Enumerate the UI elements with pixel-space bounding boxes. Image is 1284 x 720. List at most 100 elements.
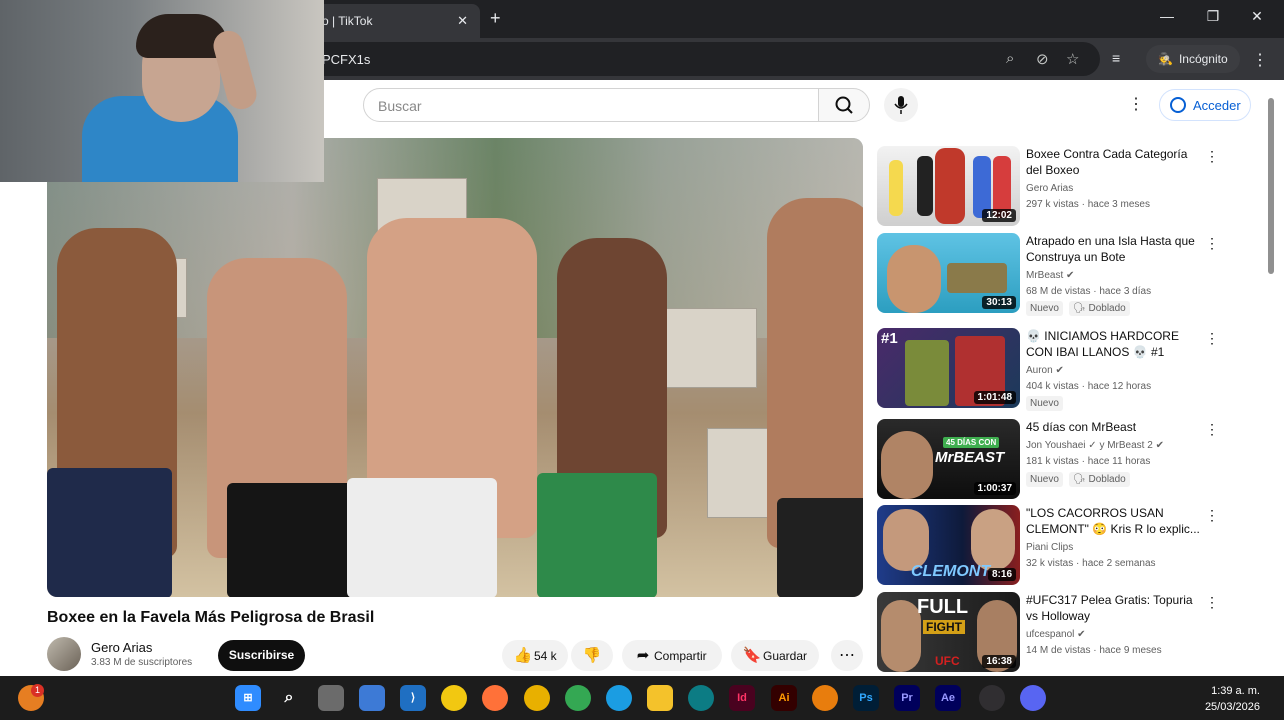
video-thumbnail[interactable]: 12:02 [877,146,1020,226]
recommendation-menu-icon[interactable]: ⋮ [1205,235,1219,252]
recommendation-item[interactable]: CLEMONT 8:16 "LOS CACORROS USAN CLEMONT"… [877,505,1257,585]
scrollbar-thumb[interactable] [1268,98,1274,274]
system-clock[interactable]: 1:39 a. m. 25/03/2026 [1205,683,1260,715]
recommendation-menu-icon[interactable]: ⋮ [1205,507,1219,524]
thumbnail-figure [889,160,903,216]
recommendation-item[interactable]: #1 1:01:48 💀 INICIAMOS HARDCORE CON IBAI… [877,328,1257,411]
indesign-icon[interactable]: Id [729,685,755,711]
video-person-shorts [537,473,657,597]
recommendation-item[interactable]: 30:13 Atrapado en una Isla Hasta que Con… [877,233,1257,316]
task-view-icon[interactable] [318,685,344,711]
account-icon [1170,97,1186,113]
recommendation-meta: 32 k vistas · hace 2 semanas [1026,558,1156,569]
thumbnail-text: FIGHT [923,620,965,634]
recommendation-channel[interactable]: Gero Arias [1026,183,1073,194]
address-bar[interactable]: PCFX1s ⌕ ⊘ ☆ [300,42,1100,76]
recommendation-menu-icon[interactable]: ⋮ [1205,330,1219,347]
recommendation-channel[interactable]: ufcespanol ✔ [1026,629,1086,640]
search-icon [835,96,853,114]
discord-icon[interactable] [1020,685,1046,711]
video-thumbnail[interactable]: 30:13 [877,233,1020,313]
reading-list-icon[interactable]: ≡ [1112,50,1120,66]
browser-tab[interactable]: o | TikTok ✕ [300,4,480,38]
new-tab-button[interactable]: + [490,8,501,29]
zoom-icon[interactable]: ⌕ [1006,50,1014,67]
recommendation-title[interactable]: #UFC317 Pelea Gratis: Topuria vs Hollowa… [1026,592,1206,624]
recommendation-item[interactable]: 12:02 Boxee Contra Cada Categoría del Bo… [877,146,1257,226]
video-thumbnail[interactable]: 45 DÍAS CON MrBEAST 1:00:37 [877,419,1020,499]
recommendation-channel[interactable]: Jon Youshaei ✓ y MrBeast 2 ✔ [1026,440,1164,451]
recommendation-title[interactable]: Boxee Contra Cada Categoría del Boxeo [1026,146,1206,178]
subscriber-count: 3.83 M de suscriptores [91,657,193,668]
after-effects-icon[interactable]: Ae [935,685,961,711]
sign-in-button[interactable]: Acceder [1159,89,1251,121]
like-button[interactable]: 👍 54 k [502,640,568,671]
chrome-dev-icon[interactable] [441,685,467,711]
channel-name: Jon Youshaei ✓ y MrBeast 2 [1026,440,1153,451]
search-input[interactable]: Buscar [363,88,819,122]
chrome-canary-icon[interactable] [524,685,550,711]
webcam-overlay [0,0,324,182]
recommendation-title[interactable]: "LOS CACORROS USAN CLEMONT" 😳 Kris R lo … [1026,505,1206,537]
recommendation-item[interactable]: FULL FIGHT UFC 16:38 #UFC317 Pelea Grati… [877,592,1257,672]
recommendation-menu-icon[interactable]: ⋮ [1205,148,1219,165]
share-button[interactable]: ➦ Compartir [622,640,722,671]
recommendation-item[interactable]: 45 DÍAS CON MrBEAST 1:00:37 45 días con … [877,419,1257,499]
settings-menu-icon[interactable]: ⋮ [1128,94,1144,114]
sign-in-label: Acceder [1193,98,1241,113]
recommendation-title[interactable]: 45 días con MrBeast [1026,419,1206,435]
channel-name[interactable]: Gero Arias [91,640,152,655]
video-duration: 1:00:37 [973,482,1016,495]
store-icon[interactable] [359,685,385,711]
thumbnail-figure [935,148,965,224]
edge-dev-icon[interactable] [688,685,714,711]
recommendation-channel[interactable]: Piani Clips [1026,542,1073,553]
recommendation-meta: 14 M de vistas · hace 9 meses [1026,645,1162,656]
video-thumbnail[interactable]: #1 1:01:48 [877,328,1020,408]
file-explorer-icon[interactable] [647,685,673,711]
recommendation-title[interactable]: Atrapado en una Isla Hasta que Construya… [1026,233,1206,265]
obs-icon[interactable] [979,685,1005,711]
recommendation-menu-icon[interactable]: ⋮ [1205,594,1219,611]
eye-off-icon[interactable]: ⊘ [1036,50,1049,68]
browser-menu-icon[interactable]: ⋮ [1252,50,1268,70]
thumbnail-raft [947,263,1007,293]
maximize-button[interactable]: ❐ [1198,8,1228,25]
video-thumbnail[interactable]: FULL FIGHT UFC 16:38 [877,592,1020,672]
video-duration: 1:01:48 [973,391,1016,404]
dislike-button[interactable]: 👎 [571,640,613,671]
save-button[interactable]: 🔖 Guardar [731,640,819,671]
chrome-icon[interactable] [565,685,591,711]
photoshop-icon[interactable]: Ps [853,685,879,711]
premiere-icon[interactable]: Pr [894,685,920,711]
recommendation-title[interactable]: 💀 INICIAMOS HARDCORE CON IBAI LLANOS 💀 #… [1026,328,1206,360]
windows-start-icon[interactable]: ⊞ [235,685,261,711]
recommendation-channel[interactable]: MrBeast ✔ [1026,270,1074,281]
dubbed-icon: 🗣 [1073,303,1086,314]
star-icon[interactable]: ☆ [1066,50,1079,68]
recommendation-meta: 297 k vistas · hace 3 meses [1026,199,1150,210]
video-player[interactable] [47,138,863,597]
channel-avatar[interactable] [47,637,81,671]
video-thumbnail[interactable]: CLEMONT 8:16 [877,505,1020,585]
tab-close-icon[interactable]: ✕ [457,13,468,29]
recommendation-channel[interactable]: Auron ✔ [1026,365,1064,376]
blender-icon[interactable] [812,685,838,711]
voice-search-button[interactable] [884,88,918,122]
incognito-badge[interactable]: 🕵 Incógnito [1146,45,1240,73]
edge-icon[interactable] [606,685,632,711]
verified-icon: ✔ [1066,270,1075,281]
vscode-icon[interactable]: ⟩ [400,685,426,711]
search-button[interactable] [818,88,870,122]
close-window-button[interactable]: ✕ [1242,8,1272,25]
video-person [767,198,863,548]
subscribe-button[interactable]: Suscribirse [218,640,305,671]
search-icon[interactable]: ⌕ [276,685,302,711]
illustrator-icon[interactable]: Ai [771,685,797,711]
more-actions-button[interactable]: ⋯ [831,640,863,671]
verified-icon: ✔ [1055,365,1064,376]
recommendation-menu-icon[interactable]: ⋮ [1205,421,1219,438]
firefox-icon[interactable] [482,685,508,711]
verified-icon: ✔ [1155,440,1164,451]
minimize-button[interactable]: — [1152,8,1182,24]
